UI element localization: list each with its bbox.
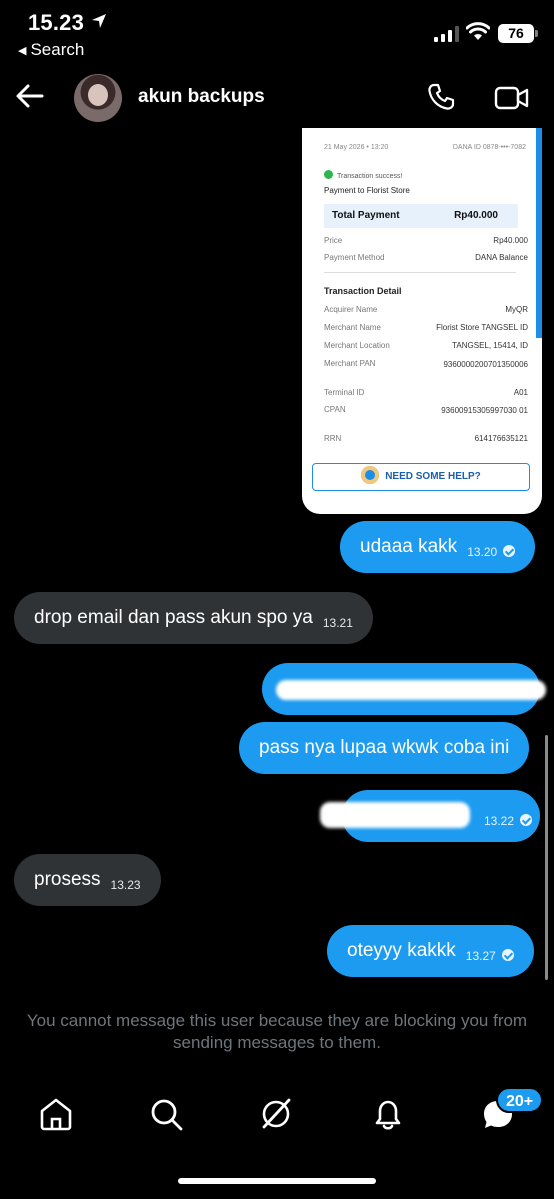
message-time: 13.27 — [465, 949, 496, 963]
receipt-row: Terminal ID A01 — [324, 388, 528, 397]
message-text: drop email dan pass akun spo ya — [34, 607, 313, 628]
conversation-header: akun backups — [0, 66, 554, 128]
message-time: 13.20 — [467, 545, 498, 559]
status-bar: 15.23 ◀ Search 76 — [0, 0, 554, 66]
receipt-total-value: Rp40.000 — [454, 210, 498, 221]
search-icon[interactable] — [146, 1094, 186, 1134]
message-time: 13.23 — [110, 878, 141, 892]
read-receipt-icon — [503, 545, 516, 557]
message-text: oteyyy kakkk — [347, 940, 456, 961]
check-circle-icon — [324, 170, 333, 179]
video-call-icon[interactable] — [494, 84, 530, 112]
receipt-success-status: Transaction success! — [324, 170, 403, 180]
wifi-icon — [466, 22, 490, 40]
message-bubble-incoming[interactable]: prosess 13.23 — [14, 854, 161, 906]
read-receipt-icon — [501, 949, 514, 961]
receipt-title: Payment to Florist Store — [324, 186, 410, 195]
home-icon[interactable] — [36, 1094, 76, 1134]
receipt-row: Merchant Location TANGSEL, 15414, ID — [324, 341, 528, 350]
receipt-dana-id: DANA ID 0878-•••-7082 — [452, 144, 526, 151]
need-help-button: NEED SOME HELP? — [312, 463, 530, 491]
cellular-signal-icon — [434, 26, 459, 42]
message-bubble-outgoing-redacted[interactable] — [262, 663, 546, 715]
receipt-row: CPAN 93600915305997030 01 — [324, 405, 528, 415]
receipt-row: Merchant PAN 9360000200701350006 — [324, 359, 528, 369]
back-arrow-icon[interactable] — [14, 80, 46, 112]
message-time: 13.22 — [484, 814, 515, 828]
blocked-notice: You cannot message this user because the… — [26, 1011, 528, 1052]
message-time: 13.21 — [322, 616, 353, 630]
notifications-bell-icon[interactable] — [368, 1094, 408, 1134]
receipt-total-label: Total Payment — [332, 210, 400, 221]
message-text: udaaa kakk — [360, 536, 458, 557]
back-to-app-link[interactable]: ◀ Search — [18, 40, 84, 60]
receipt-row: Price Rp40.000 — [324, 236, 528, 245]
back-triangle-icon: ◀ — [18, 45, 27, 57]
message-bubble-outgoing-redacted[interactable]: 13.22 — [320, 790, 540, 842]
receipt-scroll-edge — [536, 128, 542, 338]
status-time: 15.23 — [28, 10, 85, 35]
avatar[interactable] — [74, 74, 122, 122]
receipt-date: 21 May 2026 • 13:20 — [324, 144, 389, 151]
battery-indicator: 76 — [498, 24, 538, 43]
back-app-label: Search — [30, 40, 85, 59]
redaction-mark — [320, 802, 470, 828]
home-indicator[interactable] — [178, 1178, 376, 1184]
receipt-row: RRN 614176635121 — [324, 434, 528, 443]
scrollbar[interactable] — [545, 735, 548, 980]
redaction-mark — [276, 680, 546, 700]
receipt-row: Acquirer Name MyQR — [324, 305, 528, 314]
read-receipt-icon — [520, 814, 533, 826]
message-text: pass nya lupaa wkwk coba ini — [259, 737, 510, 758]
need-help-label: NEED SOME HELP? — [385, 471, 481, 482]
receipt-total: Total Payment Rp40.000 — [324, 204, 518, 228]
phone-icon[interactable] — [426, 82, 456, 112]
location-arrow-icon — [92, 14, 106, 28]
divider — [324, 272, 516, 273]
receipt-success-text: Transaction success! — [337, 173, 403, 180]
help-avatar-icon — [361, 466, 380, 484]
messages-badge: 20+ — [496, 1087, 544, 1113]
message-meta: 13.22 — [474, 790, 533, 847]
message-bubble-outgoing[interactable]: udaaa kakk 13.20 — [340, 521, 536, 573]
message-bubble-incoming[interactable]: drop email dan pass akun spo ya 13.21 — [14, 592, 373, 644]
message-bubble-outgoing[interactable]: pass nya lupaa wkwk coba ini — [239, 722, 530, 774]
grok-icon[interactable] — [256, 1094, 296, 1134]
contact-name[interactable]: akun backups — [138, 86, 265, 108]
message-bubble-outgoing[interactable]: oteyyy kakkk 13.27 — [327, 925, 534, 977]
message-text: prosess — [34, 869, 101, 890]
receipt-row: Merchant Name Florist Store TANGSEL ID — [324, 323, 528, 332]
bottom-navigation — [0, 1080, 554, 1150]
receipt-detail-title: Transaction Detail — [324, 286, 402, 296]
receipt-image[interactable]: 21 May 2026 • 13:20 DANA ID 0878-•••-708… — [302, 128, 542, 514]
receipt-row: Payment Method DANA Balance — [324, 253, 528, 262]
